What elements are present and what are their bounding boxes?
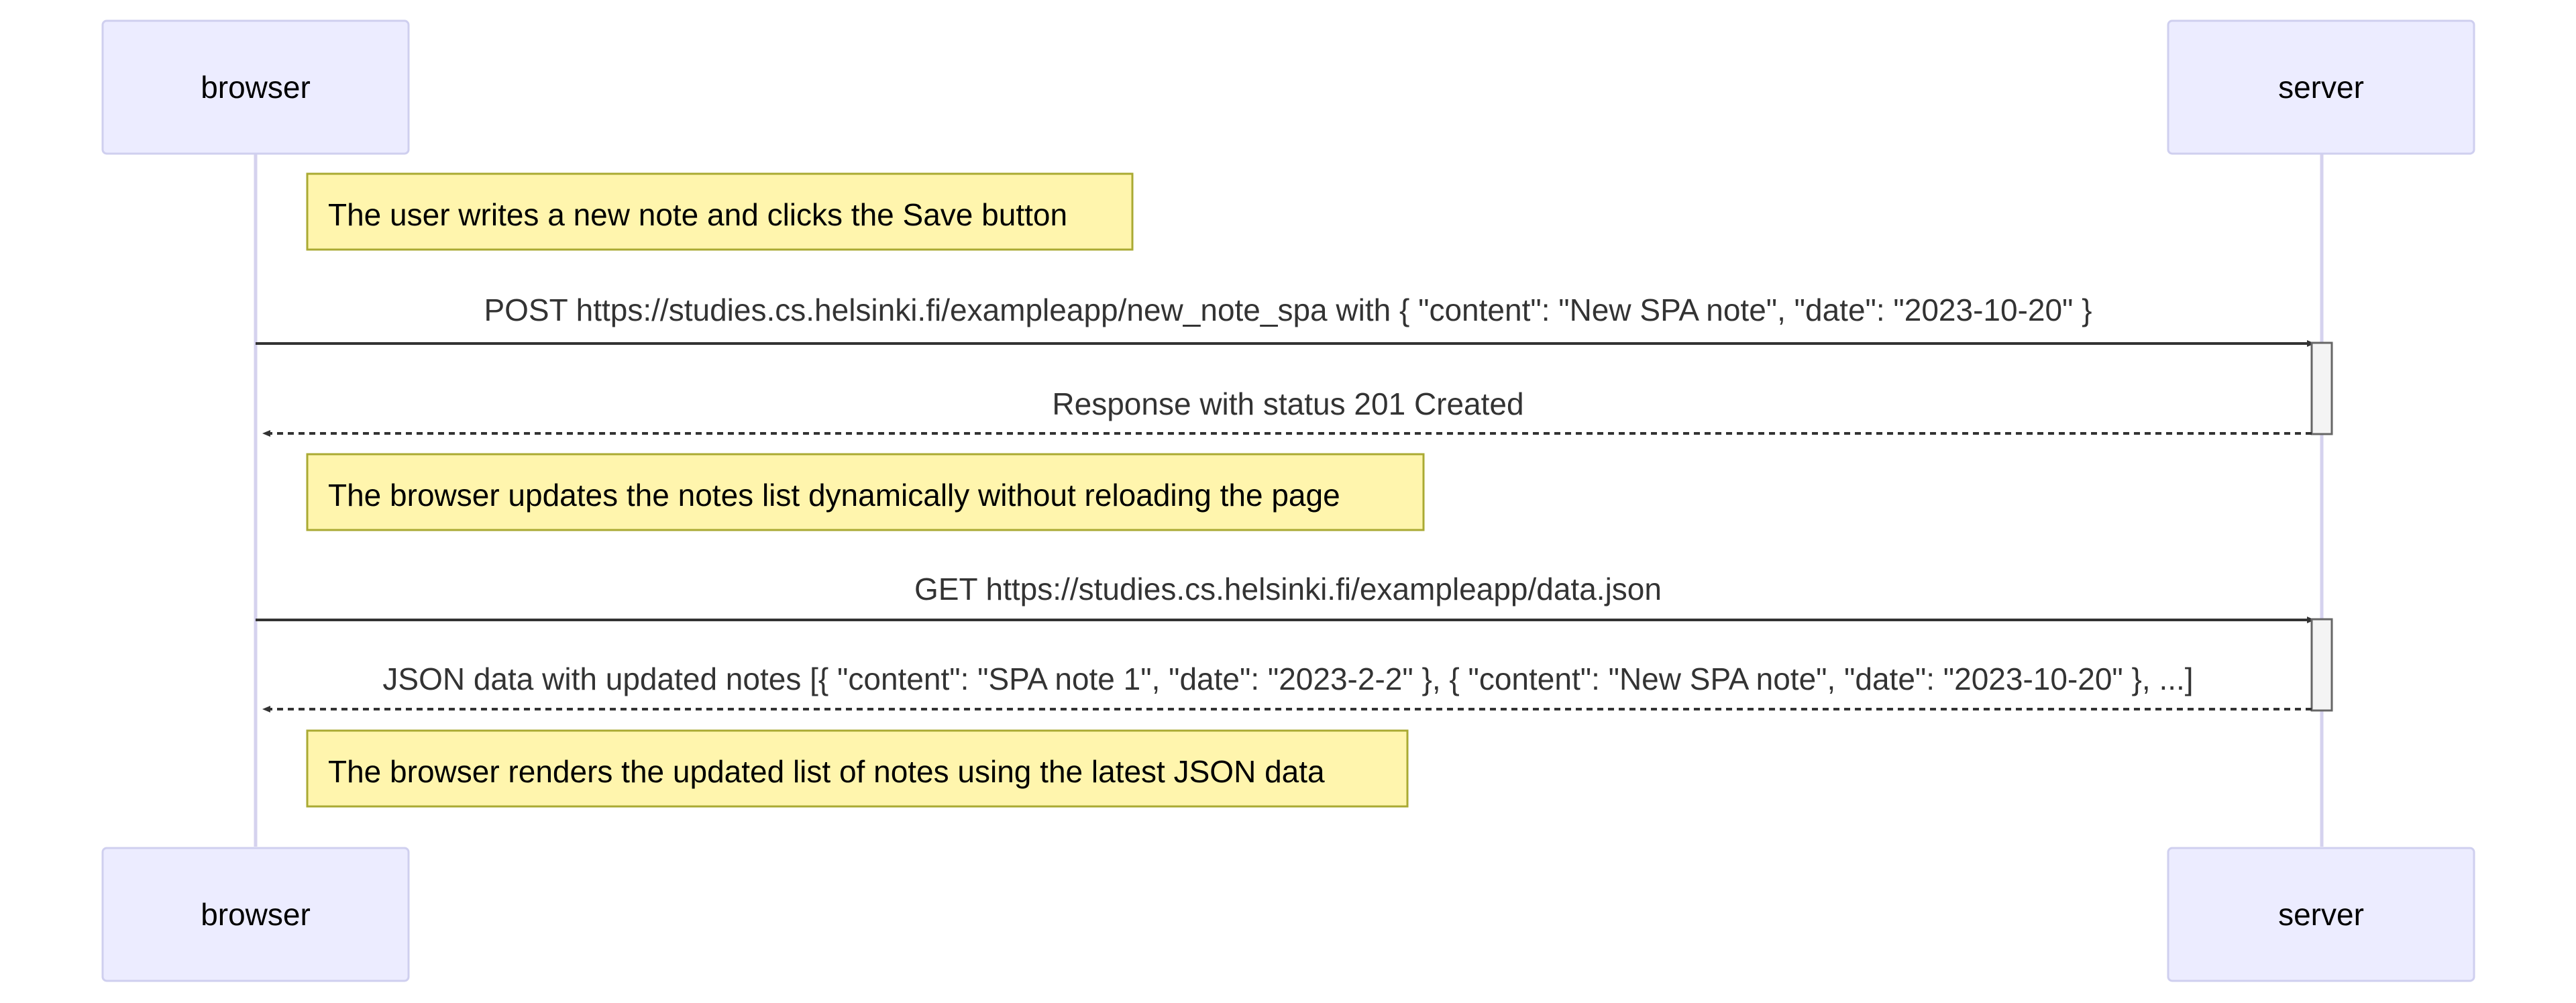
activation-server-2 <box>2310 618 2333 712</box>
actor-server-bottom: server <box>2167 847 2475 982</box>
message-4-label: JSON data with updated notes [{ "content… <box>382 662 2193 696</box>
sequence-diagram: browser server The user writes a new not… <box>101 19 2475 982</box>
note-1-text: The user writes a new note and clicks th… <box>328 197 1067 232</box>
note-1: The user writes a new note and clicks th… <box>306 172 1134 251</box>
message-1-label: POST https://studies.cs.helsinki.fi/exam… <box>484 293 2092 327</box>
message-3: GET https://studies.cs.helsinki.fi/examp… <box>256 572 2315 623</box>
actor-browser-top-label: browser <box>201 70 311 105</box>
actor-browser-bottom-label: browser <box>201 897 311 932</box>
actor-browser-top: browser <box>101 19 410 155</box>
message-2-label: Response with status 201 Created <box>1052 386 1523 421</box>
activation-server-1 <box>2310 341 2333 435</box>
note-2: The browser updates the notes list dynam… <box>306 453 1425 531</box>
actor-server-top: server <box>2167 19 2475 155</box>
actor-server-bottom-label: server <box>2278 897 2364 932</box>
note-3: The browser renders the updated list of … <box>306 729 1409 808</box>
message-3-label: GET https://studies.cs.helsinki.fi/examp… <box>914 572 1662 606</box>
note-2-text: The browser updates the notes list dynam… <box>328 478 1340 513</box>
message-1: POST https://studies.cs.helsinki.fi/exam… <box>256 293 2315 347</box>
message-2: Response with status 201 Created <box>262 386 2312 437</box>
note-3-text: The browser renders the updated list of … <box>328 754 1325 789</box>
message-4: JSON data with updated notes [{ "content… <box>262 662 2312 712</box>
actor-browser-bottom: browser <box>101 847 410 982</box>
actor-server-top-label: server <box>2278 70 2364 105</box>
